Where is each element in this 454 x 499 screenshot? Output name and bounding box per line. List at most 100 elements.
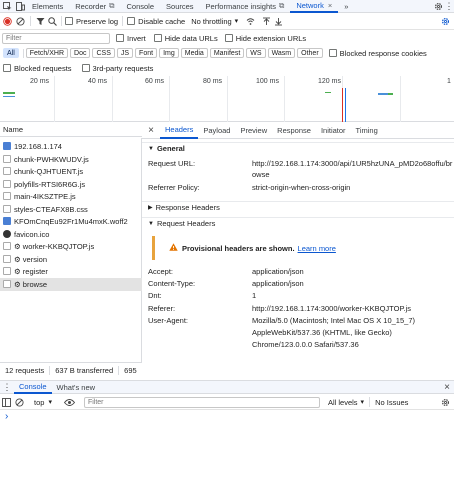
console-sidebar-icon[interactable] xyxy=(0,395,13,410)
eye-icon[interactable] xyxy=(62,395,78,410)
request-row[interactable]: main-4IKSZTPE.js xyxy=(0,190,142,203)
console-filter-input[interactable]: Filter xyxy=(83,396,320,408)
overview-request-bar xyxy=(325,92,331,93)
filter-input[interactable]: Filter xyxy=(2,32,110,44)
request-row[interactable]: chunk-QJHTUENT.js xyxy=(0,165,142,178)
hide-data-urls-checkbox[interactable] xyxy=(153,34,162,42)
blocked-response-cookies-checkbox[interactable] xyxy=(328,49,337,57)
filter-chip-all[interactable]: All xyxy=(3,48,19,58)
filter-chip-other[interactable]: Other xyxy=(297,48,323,58)
search-icon[interactable] xyxy=(46,13,58,29)
disable-cache-checkbox[interactable] xyxy=(127,17,136,25)
filter-chip-font[interactable]: Font xyxy=(135,48,158,58)
request-row[interactable]: styles-CTEAFX8B.css xyxy=(0,203,142,216)
overview-gridline xyxy=(227,76,228,122)
request-row[interactable]: chunk-PWHKWUDV.js xyxy=(0,153,142,166)
third-party-requests-checkbox[interactable] xyxy=(81,64,90,72)
tab-elements[interactable]: Elements xyxy=(26,0,69,13)
issues-counter[interactable]: No Issues xyxy=(375,398,408,407)
filter-chip-img[interactable]: Img xyxy=(159,48,179,58)
filter-chip-manifest[interactable]: Manifest xyxy=(209,48,245,58)
tab-initiator[interactable]: Initiator xyxy=(316,123,351,139)
tab-performance-insights[interactable]: Performance insights ⧉ xyxy=(200,0,291,13)
more-menu-icon[interactable]: ⋮ xyxy=(444,0,454,13)
request-name: main-4IKSZTPE.js xyxy=(14,191,76,201)
request-row[interactable]: KFOmCnqEu92Fr1Mu4mxK.woff2 xyxy=(0,215,142,228)
filter-chip-doc[interactable]: Doc xyxy=(70,48,91,58)
fetch-file-icon xyxy=(3,280,11,289)
export-har-icon[interactable] xyxy=(272,13,284,29)
request-row[interactable]: ⚙ register xyxy=(0,265,142,278)
clear-console-icon[interactable] xyxy=(13,395,26,410)
overview-request-bar xyxy=(378,93,388,95)
close-drawer-icon[interactable]: × xyxy=(440,381,454,394)
close-tab-icon[interactable]: × xyxy=(328,1,332,10)
drawer-tab-whats-new[interactable]: What's new xyxy=(52,381,101,394)
tab-preview[interactable]: Preview xyxy=(235,123,272,139)
learn-more-link[interactable]: Learn more xyxy=(298,244,336,253)
drawer-tab-console[interactable]: Console xyxy=(14,381,52,394)
context-select[interactable]: top ▾ xyxy=(34,398,52,407)
hide-data-urls-label: Hide data URLs xyxy=(164,33,218,43)
blocked-requests-checkbox[interactable] xyxy=(3,64,11,72)
request-row[interactable]: ⚙ worker-KKBQJTOP.js xyxy=(0,240,142,253)
tab-payload[interactable]: Payload xyxy=(198,123,235,139)
request-headers-title: Request Headers xyxy=(156,219,216,228)
header-key-accept: Accept: xyxy=(148,267,174,276)
invert-label: Invert xyxy=(127,33,146,43)
request-row-selected[interactable]: ⚙ browse xyxy=(0,278,142,291)
general-section-header[interactable]: ▼ General xyxy=(142,142,454,154)
preserve-log-checkbox[interactable] xyxy=(65,17,73,25)
throttling-select[interactable]: No throttling ▾ xyxy=(191,17,238,26)
tab-timing[interactable]: Timing xyxy=(351,123,383,139)
request-name: ⚙ worker-KKBQJTOP.js xyxy=(14,241,95,251)
script-file-icon xyxy=(3,180,11,189)
recorder-icon: ⧉ xyxy=(109,1,115,10)
warning-icon xyxy=(169,243,178,253)
import-har-icon[interactable] xyxy=(260,13,272,29)
request-row-document[interactable]: 192.168.1.174 xyxy=(0,140,142,153)
filter-chip-media[interactable]: Media xyxy=(180,48,208,58)
name-column-header[interactable]: Name xyxy=(0,123,142,137)
console-settings-gear-icon[interactable] xyxy=(439,395,451,410)
tab-network[interactable]: Network × xyxy=(290,0,339,13)
gear-icon[interactable] xyxy=(432,0,444,13)
network-settings-gear-icon[interactable] xyxy=(439,13,451,29)
tab-headers[interactable]: Headers xyxy=(160,123,199,139)
request-row[interactable]: favicon.ico xyxy=(0,228,142,241)
network-overview-timeline[interactable]: 20 ms 40 ms 60 ms 80 ms 100 ms 120 ms 1 xyxy=(0,76,454,122)
tab-recorder[interactable]: Recorder ⧉ xyxy=(69,0,120,13)
performance-insights-icon: ⧉ xyxy=(278,1,285,10)
drawer-menu-icon[interactable]: ⋮ xyxy=(0,381,14,394)
chevron-down-icon: ▾ xyxy=(234,18,239,25)
filter-chip-wasm[interactable]: Wasm xyxy=(267,48,296,58)
inspect-element-icon[interactable] xyxy=(0,0,14,13)
invert-checkbox[interactable] xyxy=(116,34,124,42)
filter-chip-js[interactable]: JS xyxy=(116,48,134,58)
close-details-icon[interactable]: × xyxy=(142,123,160,139)
log-levels-select[interactable]: All levels ▾ xyxy=(328,398,364,407)
tab-sources[interactable]: Sources xyxy=(160,0,200,13)
network-conditions-icon[interactable] xyxy=(244,13,256,29)
record-icon[interactable] xyxy=(0,13,14,29)
request-row[interactable]: polyfills-RTSI6R6G.js xyxy=(0,178,142,191)
hide-extension-urls-checkbox[interactable] xyxy=(224,34,233,42)
request-url-value: http://192.168.1.174:3000/api/1UR5hzUNA_… xyxy=(252,159,453,168)
filter-icon[interactable] xyxy=(34,13,46,29)
response-headers-section-header[interactable]: ▶ Response Headers xyxy=(142,201,454,213)
tab-console[interactable]: Console xyxy=(120,0,160,13)
filter-chip-css[interactable]: CSS xyxy=(92,48,115,58)
overview-gridline xyxy=(54,76,55,122)
clear-icon[interactable] xyxy=(14,13,27,29)
filter-chip-fetch-xhr[interactable]: Fetch/XHR xyxy=(25,48,69,58)
stylesheet-file-icon xyxy=(3,205,11,214)
header-value-dnt: 1 xyxy=(252,291,257,300)
request-name: styles-CTEAFX8B.css xyxy=(14,204,88,214)
request-headers-section-header[interactable]: ▼ Request Headers xyxy=(142,217,454,229)
tab-response[interactable]: Response xyxy=(272,123,316,139)
console-prompt-area[interactable]: › xyxy=(0,411,454,499)
filter-chip-ws[interactable]: WS xyxy=(246,48,266,58)
more-tabs-button[interactable]: » xyxy=(338,0,354,13)
device-toolbar-icon[interactable] xyxy=(14,0,26,13)
request-row[interactable]: ⚙ version xyxy=(0,253,142,266)
